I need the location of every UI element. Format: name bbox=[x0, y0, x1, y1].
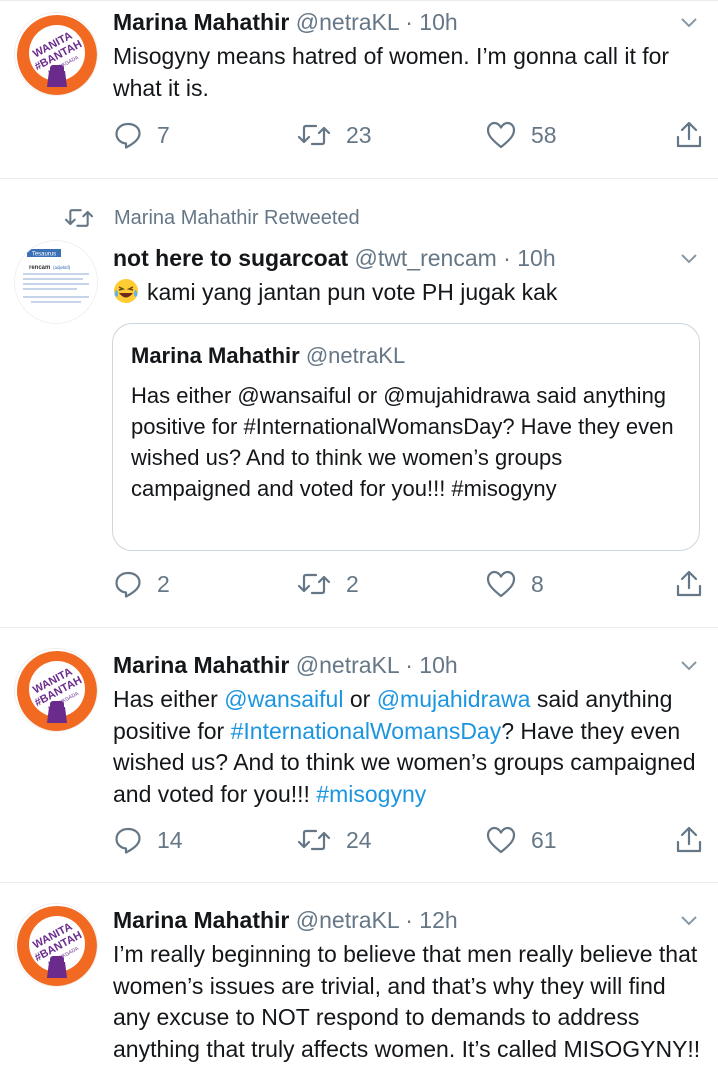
retweet-count: 23 bbox=[346, 121, 372, 148]
quoted-tweet[interactable]: Marina Mahathir @netraKL Has either @wan… bbox=[112, 323, 700, 551]
tesaurus-word: rencam bbox=[29, 265, 50, 271]
timestamp[interactable]: 10h bbox=[419, 9, 457, 35]
display-name[interactable]: Marina Mahathir bbox=[113, 907, 289, 933]
handle[interactable]: @netraKL bbox=[296, 9, 399, 35]
timestamp[interactable]: 12h bbox=[419, 907, 457, 933]
share-button[interactable] bbox=[674, 115, 718, 155]
like-icon bbox=[486, 121, 516, 149]
avatar[interactable]: WANITA #BANTAH POLITIKGADA bbox=[14, 12, 98, 96]
like-icon bbox=[486, 570, 516, 598]
retweet-count: 24 bbox=[346, 826, 372, 853]
quoted-tweet-header: Marina Mahathir @netraKL bbox=[131, 340, 405, 372]
reply-count: 7 bbox=[157, 121, 170, 148]
tweet-text: kami yang jantan pun vote PH jugak kak bbox=[113, 277, 704, 309]
display-name[interactable]: Marina Mahathir bbox=[113, 652, 289, 678]
caret-down-icon[interactable] bbox=[678, 12, 700, 34]
hashtag-link[interactable]: #InternationalWomansDay bbox=[231, 718, 502, 744]
share-icon bbox=[676, 826, 702, 853]
text-part: or bbox=[343, 686, 377, 712]
tweet-actions: 2 2 8 bbox=[0, 564, 718, 604]
display-name[interactable]: not here to sugarcoat bbox=[113, 245, 348, 271]
share-button[interactable] bbox=[674, 820, 718, 860]
reply-icon bbox=[115, 122, 141, 149]
reply-count: 14 bbox=[157, 826, 183, 853]
tweet-header: Marina Mahathir @netraKL · 12h bbox=[113, 903, 660, 937]
tweet-text: Misogyny means hatred of women. I’m gonn… bbox=[113, 43, 670, 101]
separator-dot: · bbox=[503, 245, 511, 271]
retweet-icon bbox=[297, 124, 331, 146]
avatar[interactable]: Tesaurus rencam (adjektif) bbox=[14, 240, 98, 324]
retweet-button[interactable]: 24 bbox=[296, 820, 372, 860]
tweet-text: Has either @wansaiful or @mujahidrawa sa… bbox=[113, 684, 704, 810]
tesaurus-avatar-image: Tesaurus rencam (adjektif) bbox=[15, 241, 97, 323]
like-button[interactable]: 61 bbox=[485, 820, 557, 860]
tweet-header: Marina Mahathir @netraKL · 10h bbox=[113, 648, 660, 682]
like-button[interactable]: 8 bbox=[485, 564, 544, 604]
wanita-bantah-logo: WANITA #BANTAH POLITIKGADA bbox=[17, 906, 97, 986]
tweet-text-content: kami yang jantan pun vote PH jugak kak bbox=[147, 279, 558, 305]
retweet-context-label[interactable]: Marina Mahathir Retweeted bbox=[114, 207, 360, 230]
like-icon bbox=[486, 826, 516, 854]
retweet-count: 2 bbox=[346, 570, 359, 597]
reply-count: 2 bbox=[157, 570, 170, 597]
reply-button[interactable]: 7 bbox=[113, 115, 170, 155]
quoted-display-name: Marina Mahathir bbox=[131, 343, 300, 368]
retweet-icon bbox=[297, 829, 331, 851]
caret-down-icon[interactable] bbox=[678, 910, 700, 932]
separator-dot: · bbox=[405, 9, 413, 35]
like-count: 8 bbox=[531, 570, 544, 597]
tweet-actions: 7 23 58 bbox=[0, 115, 718, 155]
reply-icon bbox=[115, 571, 141, 598]
retweet-button[interactable]: 2 bbox=[296, 564, 359, 604]
tweet-text: I’m really beginning to believe that men… bbox=[113, 941, 701, 1062]
timestamp[interactable]: 10h bbox=[517, 245, 555, 271]
handle[interactable]: @twt_rencam bbox=[355, 245, 497, 271]
display-name[interactable]: Marina Mahathir bbox=[113, 9, 289, 35]
share-icon bbox=[676, 570, 702, 597]
caret-down-icon[interactable] bbox=[678, 655, 700, 677]
tweet-4[interactable]: WANITA #BANTAH POLITIKGADA Marina Mahath… bbox=[0, 883, 718, 1080]
timestamp[interactable]: 10h bbox=[419, 652, 457, 678]
retweet-context: Marina Mahathir Retweeted bbox=[62, 203, 360, 233]
retweet-icon bbox=[297, 573, 331, 595]
reply-button[interactable]: 14 bbox=[113, 820, 183, 860]
avatar[interactable]: WANITA #BANTAH POLITIKGADA bbox=[14, 648, 98, 732]
wanita-bantah-logo: WANITA #BANTAH POLITIKGADA bbox=[17, 15, 97, 95]
reply-button[interactable]: 2 bbox=[113, 564, 170, 604]
avatar[interactable]: WANITA #BANTAH POLITIKGADA bbox=[14, 903, 98, 987]
handle[interactable]: @netraKL bbox=[296, 907, 399, 933]
like-button[interactable]: 58 bbox=[485, 115, 557, 155]
share-icon bbox=[676, 121, 702, 148]
separator-dot: · bbox=[405, 907, 413, 933]
handle[interactable]: @netraKL bbox=[296, 652, 399, 678]
retweet-button[interactable]: 23 bbox=[296, 115, 372, 155]
tweet-header: not here to sugarcoat @twt_rencam · 10h bbox=[113, 241, 660, 275]
tweet-1[interactable]: WANITA #BANTAH POLITIKGADA Marina Mahath… bbox=[0, 0, 718, 178]
retweet-icon bbox=[64, 209, 94, 227]
reply-icon bbox=[115, 827, 141, 854]
quoted-handle: @netraKL bbox=[305, 343, 406, 368]
share-button[interactable] bbox=[674, 564, 718, 604]
like-count: 58 bbox=[531, 121, 557, 148]
wanita-bantah-logo: WANITA #BANTAH POLITIKGADA bbox=[17, 651, 97, 731]
mention-link[interactable]: @wansaiful bbox=[224, 686, 343, 712]
separator-dot: · bbox=[405, 652, 413, 678]
hashtag-link[interactable]: #misogyny bbox=[316, 781, 426, 807]
tesaurus-title: Tesaurus bbox=[32, 252, 56, 258]
tweet-header: Marina Mahathir @netraKL · 10h bbox=[113, 5, 660, 39]
text-part: Has either bbox=[113, 686, 225, 712]
mention-link[interactable]: @mujahidrawa bbox=[377, 686, 531, 712]
tweet-actions: 14 24 61 bbox=[0, 820, 718, 860]
tesaurus-pos: (adjektif) bbox=[53, 265, 71, 270]
quoted-tweet-text: Has either @wansaiful or @mujahidrawa sa… bbox=[131, 383, 674, 501]
caret-down-icon[interactable] bbox=[678, 248, 700, 270]
like-count: 61 bbox=[531, 826, 557, 853]
laughing-crying-emoji bbox=[114, 279, 138, 303]
tweet-3[interactable]: WANITA #BANTAH POLITIKGADA Marina Mahath… bbox=[0, 628, 718, 882]
